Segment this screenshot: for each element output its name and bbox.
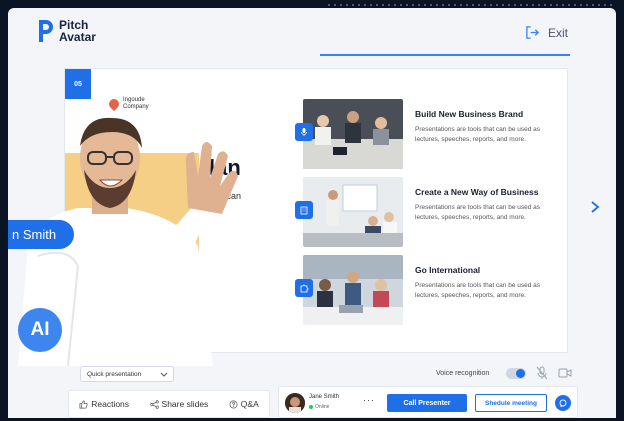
camera-icon[interactable] — [558, 367, 572, 379]
microphone-off-icon[interactable] — [536, 366, 548, 380]
quick-presentation-select[interactable]: Quick presentation — [80, 366, 174, 382]
pitch-avatar-logo-icon — [39, 20, 53, 42]
feature-description: Presentations are tools that can be used… — [415, 282, 541, 299]
ai-badge: AI — [18, 308, 62, 352]
presenter-status-label: Online — [315, 404, 330, 410]
reactions-label: Reactions — [91, 399, 130, 409]
exit-icon — [526, 26, 540, 39]
reactions-button[interactable]: Reactions — [79, 399, 129, 409]
chat-button[interactable] — [555, 395, 571, 411]
engagement-toolbar: Reactions Share slides Q&A — [68, 390, 270, 418]
exit-label: Exit — [547, 25, 568, 40]
next-slide-chevron-icon[interactable] — [588, 200, 602, 214]
presenter-name: Jane Smith — [309, 394, 340, 400]
brand-line-2: Avatar — [59, 30, 96, 44]
feature-title: Go International — [415, 265, 481, 275]
qa-label: Q&A — [240, 399, 259, 409]
feature-item: Create a New Way of Business Presentatio… — [295, 177, 563, 247]
feature-photo — [303, 99, 403, 169]
exit-button[interactable]: Exit — [525, 25, 568, 40]
feature-item: Build New Business Brand Presentations a… — [295, 99, 563, 169]
chevron-down-icon — [160, 372, 168, 377]
schedule-meeting-button[interactable]: Shedule meeting — [475, 394, 547, 412]
feature-title: Build New Business Brand — [415, 109, 524, 119]
quick-presentation-label: Quick presentation — [87, 371, 142, 378]
pitch-avatar-logo: Pitch Avatar — [36, 18, 96, 44]
presenter-avatar — [285, 393, 305, 413]
presenter-status: Online — [309, 404, 329, 410]
top-dots-decoration — [326, 4, 616, 6]
feature-item: Go International Presentations are tools… — [295, 255, 563, 325]
share-slides-button[interactable]: Share slides — [149, 399, 209, 409]
slide-number: 05 — [65, 69, 91, 99]
share-icon — [149, 399, 159, 409]
feature-photo — [303, 177, 403, 247]
online-status-dot — [309, 405, 313, 409]
feature-title: Create a New Way of Business — [415, 187, 539, 197]
voice-recognition-toggle[interactable] — [506, 368, 526, 379]
feature-description: Presentations are tools that can be used… — [415, 204, 541, 221]
avatar-name-pill: n Smith — [8, 220, 75, 249]
feature-description: Presentations are tools that can be used… — [415, 126, 541, 143]
slide-controls: Quick presentation Voice recognition — [72, 366, 592, 386]
chat-icon — [559, 399, 567, 407]
toggle-knob — [516, 369, 525, 378]
qa-button[interactable]: Q&A — [229, 399, 259, 409]
more-options-icon[interactable]: ··· — [363, 395, 375, 405]
presenter-toolbar: Jane Smith Online ··· Call Presenter She… — [278, 386, 578, 418]
question-icon — [229, 400, 238, 408]
microphone-icon — [295, 123, 313, 141]
building-icon — [295, 201, 313, 219]
thumbs-up-icon — [79, 400, 88, 408]
share-slides-label: Share slides — [161, 399, 209, 409]
presentation-app: Pitch Avatar Exit 05 Ingoude Company lan… — [8, 8, 616, 418]
call-presenter-button[interactable]: Call Presenter — [387, 394, 467, 412]
puzzle-icon — [295, 279, 313, 297]
voice-recognition-label: Voice recognition — [436, 370, 490, 377]
progress-underline — [320, 54, 570, 56]
feature-photo — [303, 255, 403, 325]
top-bar: Pitch Avatar Exit — [8, 8, 616, 58]
